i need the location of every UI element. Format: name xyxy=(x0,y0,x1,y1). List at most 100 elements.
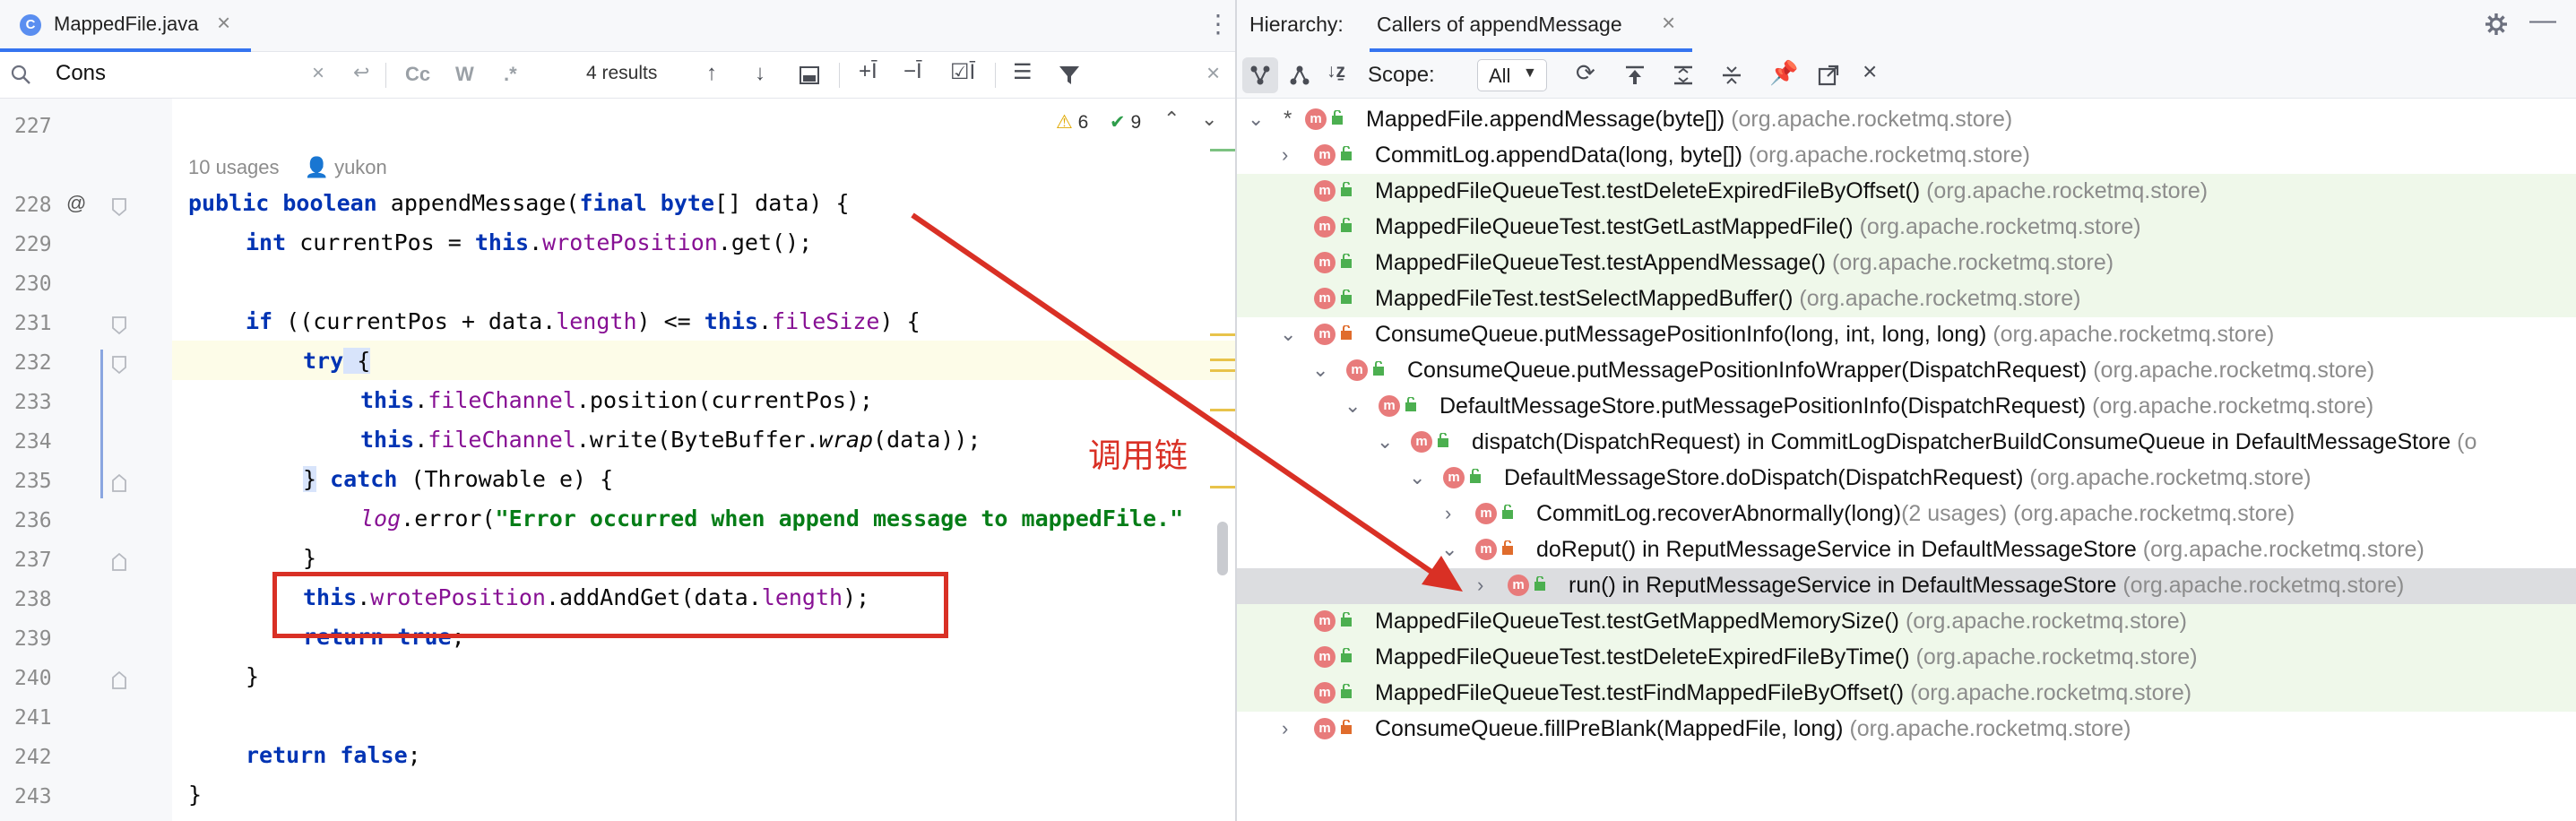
fold-icon[interactable] xyxy=(111,197,127,217)
gear-icon[interactable] xyxy=(2485,13,2508,36)
tree-row[interactable]: m MappedFileTest.testSelectMappedBuffer(… xyxy=(1237,281,2576,317)
regex-icon[interactable]: .* xyxy=(504,63,517,86)
search-input[interactable]: Cons xyxy=(56,61,106,86)
chevron-right-icon[interactable]: › xyxy=(1282,143,1288,167)
tree-row[interactable]: › m ConsumeQueue.fillPreBlank(MappedFile… xyxy=(1237,712,2576,748)
method-icon: m xyxy=(1475,503,1497,524)
close-find-icon[interactable]: × xyxy=(1206,59,1220,87)
editor-scrollbar-thumb[interactable] xyxy=(1217,522,1228,575)
tree-row[interactable]: › m CommitLog.appendData(long, byte[]) (… xyxy=(1237,138,2576,174)
fold-icon[interactable] xyxy=(111,473,127,493)
tree-row[interactable]: ⌄ * m MappedFile.appendMessage(byte[]) (… xyxy=(1237,102,2576,138)
method-name: MappedFileQueueTest.testGetMappedMemoryS… xyxy=(1375,609,1899,634)
code-line[interactable]: log.error("Error occurred when append me… xyxy=(360,506,1183,531)
replace-icon[interactable]: ↩ xyxy=(353,61,369,84)
test-method-icon: m xyxy=(1314,252,1336,273)
code-line[interactable]: if ((currentPos + data.length) <= this.f… xyxy=(246,308,921,334)
collapse-all-icon[interactable] xyxy=(1721,65,1742,86)
chevron-right-icon[interactable]: › xyxy=(1282,717,1288,740)
tree-row[interactable]: m MappedFileQueueTest.testGetLastMappedF… xyxy=(1237,210,2576,246)
chevron-down-icon[interactable]: ⌄ xyxy=(1344,394,1361,418)
annotation-label: 调用链 xyxy=(1088,436,1188,475)
filter-icon[interactable] xyxy=(1058,65,1081,86)
chevron-right-icon[interactable]: › xyxy=(1477,574,1483,597)
scope-select[interactable]: All ▼ xyxy=(1477,59,1547,91)
tree-row[interactable]: ⌄ m DefaultMessageStore.putMessagePositi… xyxy=(1237,389,2576,425)
match-case-icon[interactable]: Cc xyxy=(405,63,430,86)
fold-icon[interactable] xyxy=(111,670,127,690)
pin-icon[interactable]: 📌 xyxy=(1769,59,1798,87)
next-occurrence-icon[interactable]: ↓ xyxy=(755,61,765,86)
tab-mappedfile-java[interactable]: C MappedFile.java × xyxy=(0,0,251,52)
chevron-down-icon[interactable]: ⌄ xyxy=(1280,323,1296,346)
fold-icon[interactable] xyxy=(111,315,127,335)
tab-callers[interactable]: Callers of appendMessage × xyxy=(1370,0,1692,52)
select-all-icon[interactable]: ☑Ī xyxy=(950,59,975,85)
caller-hierarchy-button[interactable] xyxy=(1242,57,1278,93)
code-line[interactable]: } xyxy=(303,545,316,571)
whole-words-icon[interactable]: W xyxy=(455,63,474,86)
refresh-icon[interactable]: ⟳ xyxy=(1576,59,1595,87)
tree-row[interactable]: m MappedFileQueueTest.testAppendMessage(… xyxy=(1237,246,2576,281)
tree-row[interactable]: › m CommitLog.recoverAbnormally(long)(2 … xyxy=(1237,497,2576,532)
chevron-down-icon[interactable]: ⌄ xyxy=(1248,108,1264,131)
test-method-icon: m xyxy=(1314,216,1336,238)
previous-occurrence-icon[interactable]: ↑ xyxy=(706,61,717,86)
code-line[interactable]: public boolean appendMessage(final byte[… xyxy=(188,190,850,216)
code-line[interactable]: try { xyxy=(303,348,371,374)
code-line[interactable]: return false; xyxy=(246,742,421,768)
override-at-icon[interactable]: @ xyxy=(66,192,86,215)
open-in-window-icon[interactable] xyxy=(1818,65,1839,86)
tree-row[interactable]: ⌄ m ConsumeQueue.putMessagePositionInfoW… xyxy=(1237,353,2576,389)
tree-row[interactable]: ⌄ m DefaultMessageStore.doDispatch(Dispa… xyxy=(1237,461,2576,497)
chevron-right-icon[interactable]: › xyxy=(1445,502,1451,525)
select-all-occurrences-icon[interactable] xyxy=(800,66,821,86)
chevron-down-icon[interactable]: ⌄ xyxy=(1441,538,1457,561)
previous-highlight-icon[interactable]: ⌃ xyxy=(1163,108,1180,131)
tree-row[interactable]: m MappedFileQueueTest.testDeleteExpiredF… xyxy=(1237,640,2576,676)
remove-occurrence-icon[interactable]: −Ī xyxy=(903,59,922,84)
code-line[interactable]: } catch (Throwable e) { xyxy=(303,466,613,492)
chevron-down-icon[interactable]: ⌄ xyxy=(1409,466,1425,489)
package-name: (org.apache.rocketmq.store) xyxy=(1859,214,2141,239)
tree-row[interactable]: m MappedFileQueueTest.testDeleteExpiredF… xyxy=(1237,174,2576,210)
method-signature: MappedFileQueueTest.testGetMappedMemoryS… xyxy=(1375,609,2187,635)
method-name: ConsumeQueue.putMessagePositionInfo(long… xyxy=(1375,322,1987,347)
minimize-icon[interactable]: — xyxy=(2529,5,2556,36)
code-line[interactable]: this.fileChannel.write(ByteBuffer.wrap(d… xyxy=(360,427,981,453)
tree-row-selected[interactable]: › m run() in ReputMessageService in Defa… xyxy=(1237,568,2576,604)
keyword: int xyxy=(246,229,287,255)
fold-icon[interactable] xyxy=(111,355,127,375)
tree-row[interactable]: ⌄ m dispatch(DispatchRequest) in CommitL… xyxy=(1237,425,2576,461)
chevron-down-icon[interactable]: ⌄ xyxy=(1377,430,1393,454)
warnings-indicator[interactable]: ⚠ 6 xyxy=(1056,111,1088,134)
next-highlight-icon[interactable]: ⌄ xyxy=(1201,108,1217,131)
filter-results-icon[interactable]: ☰ xyxy=(1013,59,1033,85)
fold-icon[interactable] xyxy=(111,552,127,572)
code-text: .error( xyxy=(401,506,496,531)
tree-row[interactable]: m MappedFileQueueTest.testGetMappedMemor… xyxy=(1237,604,2576,640)
chevron-down-icon[interactable]: ⌄ xyxy=(1312,359,1328,382)
expand-all-icon[interactable] xyxy=(1673,65,1694,86)
code-line[interactable]: } xyxy=(246,663,259,689)
test-method-icon: m xyxy=(1314,288,1336,309)
sort-alphabetically-icon[interactable]: ↓ẕ xyxy=(1327,61,1345,82)
clear-search-icon[interactable]: × xyxy=(312,61,324,86)
package-name: (org.apache.rocketmq.store) xyxy=(1926,178,2209,203)
close-icon[interactable]: × xyxy=(217,9,230,37)
tree-row[interactable]: ⌄ m ConsumeQueue.putMessagePositionInfo(… xyxy=(1237,317,2576,353)
code-line[interactable]: } xyxy=(188,782,202,808)
usages-hint[interactable]: 10 usages 👤 yukon xyxy=(188,156,387,179)
close-icon[interactable]: × xyxy=(1863,57,1877,86)
typos-indicator[interactable]: ✔ 9 xyxy=(1110,111,1141,134)
code-line[interactable]: int currentPos = this.wrotePosition.get(… xyxy=(246,229,812,255)
expand-to-root-icon[interactable] xyxy=(1624,65,1646,86)
tree-row[interactable]: ⌄ m doReput() in ReputMessageService in … xyxy=(1237,532,2576,568)
code-editor[interactable]: C MappedFile.java × ⋮ Cons × ↩ Cc W .* 4… xyxy=(0,0,1235,821)
code-line[interactable]: this.fileChannel.position(currentPos); xyxy=(360,387,873,413)
more-options-icon[interactable]: ⋮ xyxy=(1206,9,1231,39)
close-icon[interactable]: × xyxy=(1662,9,1675,37)
tree-row[interactable]: m MappedFileQueueTest.testFindMappedFile… xyxy=(1237,676,2576,712)
callee-hierarchy-icon[interactable] xyxy=(1289,65,1310,86)
add-occurrence-icon[interactable]: +Ī xyxy=(859,59,877,84)
